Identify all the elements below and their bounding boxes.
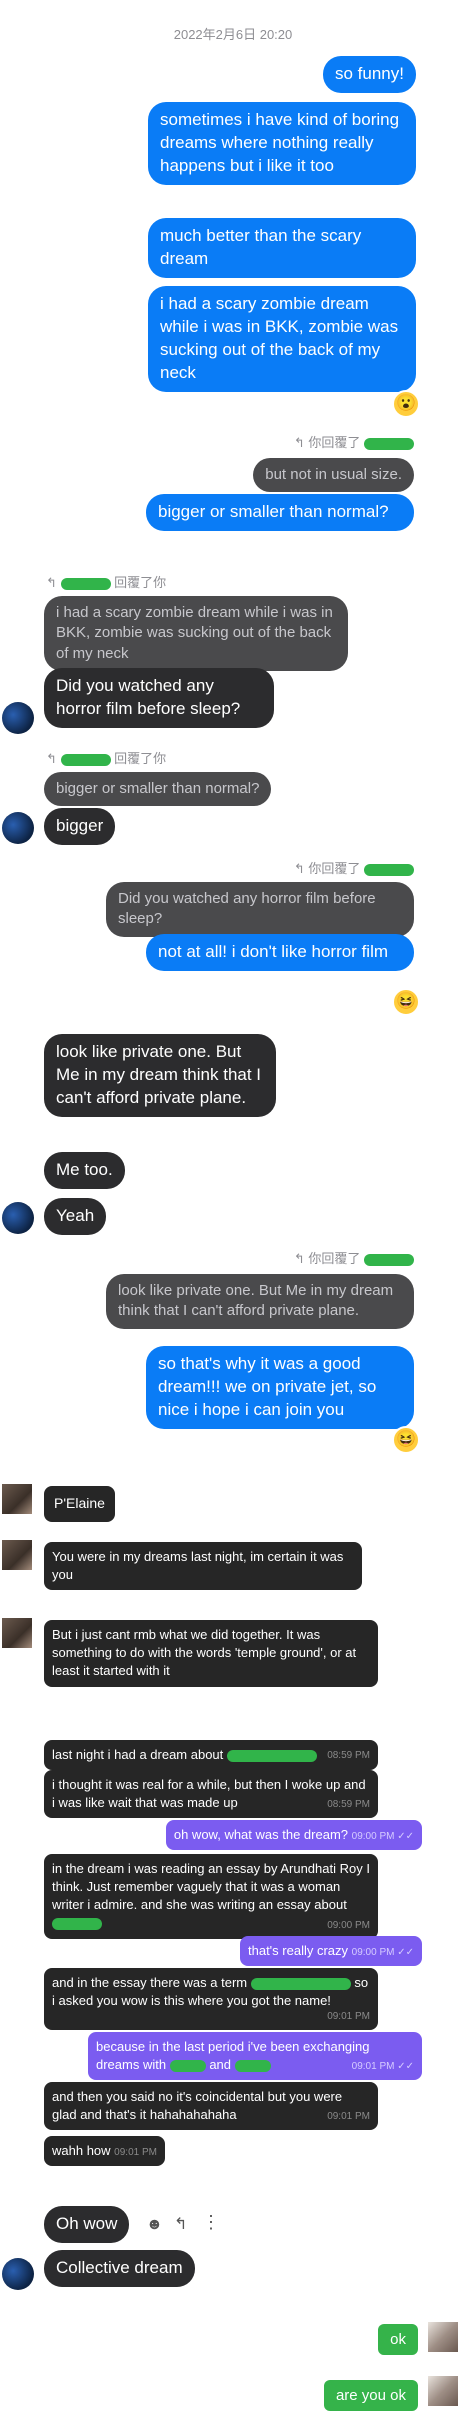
contact-avatar[interactable] — [2, 812, 34, 844]
message-bubble[interactable]: bigger — [44, 808, 116, 845]
redacted-name — [364, 1253, 414, 1266]
message-bubble[interactable]: Oh wow — [44, 2206, 130, 2243]
redacted-name — [364, 863, 414, 876]
chat-bubble[interactable]: and in the essay there was a term so i a… — [44, 1968, 378, 2031]
contact-avatar[interactable] — [2, 1540, 32, 1570]
contact-name: P'Elaine — [44, 1486, 115, 1522]
redacted-text — [169, 2059, 206, 2072]
chat-bubble[interactable]: last night i had a dream about 08:59 PM — [44, 1740, 378, 1771]
message-bubble[interactable]: are you ok — [323, 2380, 418, 2411]
contact-avatar[interactable] — [2, 1618, 32, 1648]
contact-avatar[interactable] — [2, 1202, 34, 1234]
contact-avatar[interactable] — [2, 2258, 34, 2290]
reaction-emoji-icon: 😆 — [392, 1426, 420, 1454]
message-bubble[interactable]: much better than the scary dream — [148, 218, 416, 278]
redacted-name — [60, 577, 111, 590]
message-bubble[interactable]: so funny! — [323, 56, 416, 93]
contact-avatar[interactable] — [2, 1484, 32, 1514]
quoted-message: look like private one. But Me in my drea… — [106, 1274, 414, 1329]
message-bubble[interactable]: Me too. — [44, 1152, 125, 1189]
read-check-icon: ✓✓ — [394, 2061, 414, 2073]
reply-label: ↰ 回覆了你 — [46, 575, 167, 590]
reply-label: ↰ 你回覆了 — [294, 1248, 414, 1267]
emoji-react-icon[interactable]: ☻ — [146, 2216, 163, 2234]
message-bubble[interactable]: Collective dream — [44, 2250, 195, 2287]
redacted-text — [52, 1918, 102, 1931]
redacted-text — [250, 1977, 351, 1990]
timestamp: 2022年2月6日 20:20 — [173, 27, 293, 42]
message-bubble[interactable]: ok — [378, 2324, 418, 2355]
reply-arrow-icon: ↰ — [293, 435, 309, 450]
reaction-emoji-icon: 😮 — [392, 390, 420, 418]
quoted-message: but not in usual size. — [253, 458, 414, 493]
reply-label: ↰ 你回覆了 — [294, 858, 414, 877]
chat-bubble[interactable]: wahh how 09:01 PM — [44, 2136, 165, 2167]
message-bubble[interactable]: not at all! i don't like horror film — [146, 934, 414, 971]
reply-arrow-icon: ↰ — [293, 861, 309, 876]
redacted-text — [234, 2059, 271, 2072]
message-bubble[interactable]: Did you watched any horror film before s… — [44, 668, 274, 728]
chat-bubble[interactable]: in the dream i was reading an essay by A… — [44, 1854, 378, 1939]
chat-bubble[interactable]: oh wow, what was the dream? 09:00 PM ✓✓ — [165, 1820, 422, 1851]
message-bubble[interactable]: i had a scary zombie dream while i was i… — [148, 286, 416, 392]
reply-arrow-icon: ↰ — [293, 1251, 309, 1266]
chat-bubble[interactable]: i thought it was real for a while, but t… — [44, 1770, 378, 1819]
reply-arrow-icon: ↰ — [46, 575, 61, 590]
redacted-text — [226, 1749, 317, 1762]
quoted-message: Did you watched any horror film before s… — [106, 882, 414, 937]
redacted-name — [60, 753, 111, 766]
message-bubble[interactable]: Yeah — [44, 1198, 107, 1235]
quoted-message: i had a scary zombie dream while i was i… — [44, 596, 348, 671]
user-avatar[interactable] — [428, 2322, 458, 2352]
read-check-icon: ✓✓ — [394, 1831, 414, 1842]
reaction-emoji-icon: 😆 — [392, 988, 420, 1016]
user-avatar[interactable] — [428, 2376, 458, 2406]
message-bubble[interactable]: bigger or smaller than normal? — [146, 494, 414, 531]
chat-bubble[interactable]: that's really crazy 09:00 PM ✓✓ — [240, 1936, 422, 1967]
contact-avatar[interactable] — [2, 702, 34, 734]
message-bubble[interactable]: sometimes i have kind of boring dreams w… — [148, 102, 416, 185]
more-options-icon[interactable]: ⋮ — [202, 2212, 220, 2233]
reply-label: ↰ 你回覆了 — [294, 432, 414, 451]
reply-arrow-icon[interactable]: ↰ — [174, 2214, 187, 2234]
redacted-name — [364, 437, 414, 450]
message-bubble[interactable]: so that's why it was a good dream!!! we … — [146, 1346, 414, 1429]
reply-arrow-icon: ↰ — [46, 751, 61, 766]
reply-label: ↰ 回覆了你 — [46, 751, 167, 766]
chat-bubble[interactable]: and then you said no it's coincidental b… — [44, 2082, 378, 2131]
message-bubble[interactable]: look like private one. But Me in my drea… — [44, 1034, 276, 1117]
chat-bubble[interactable]: because in the last period i've been exc… — [88, 2032, 422, 2081]
message-bubble[interactable]: You were in my dreams last night, im cer… — [44, 1542, 362, 1591]
read-check-icon: ✓✓ — [394, 1947, 414, 1958]
quoted-message: bigger or smaller than normal? — [44, 772, 272, 807]
message-bubble[interactable]: But i just cant rmb what we did together… — [44, 1620, 378, 1687]
